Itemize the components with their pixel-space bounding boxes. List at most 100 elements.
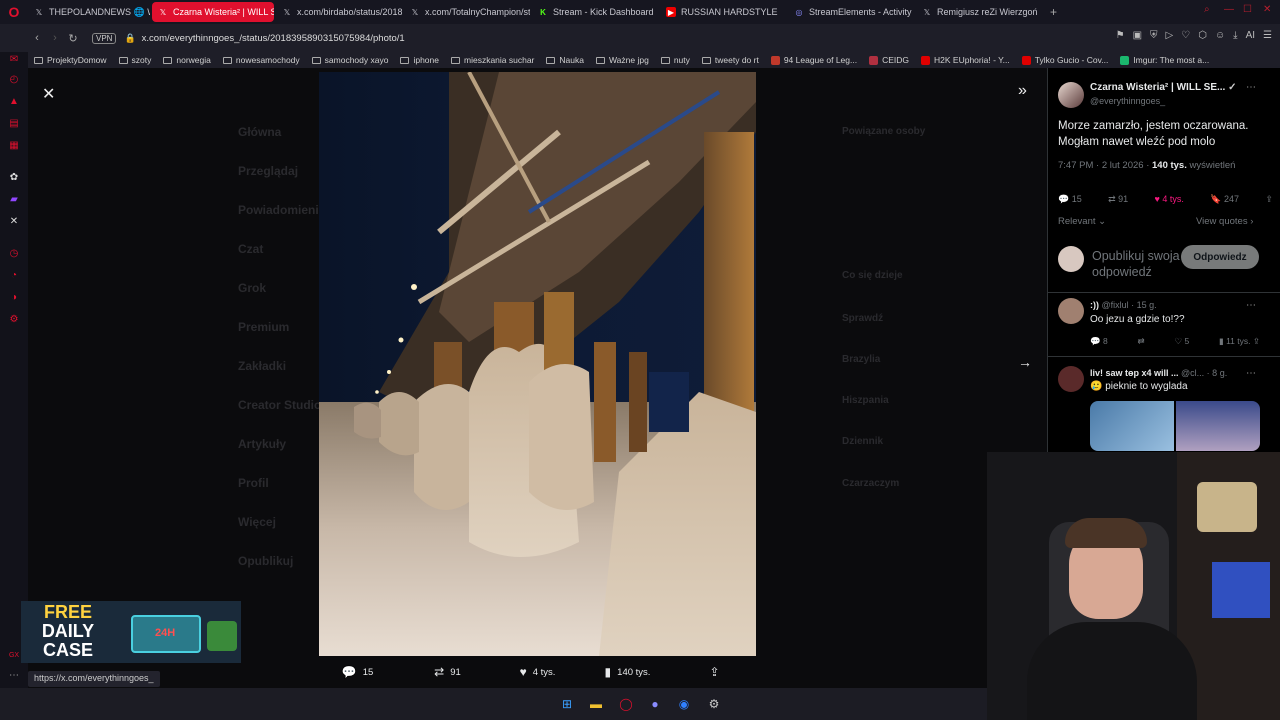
play-icon[interactable]: ▷ <box>1166 30 1174 41</box>
maximize-icon[interactable]: ☐ <box>1243 4 1252 15</box>
bookmark-item[interactable]: nowesamochody <box>222 55 300 65</box>
wallet-icon[interactable]: ◑ <box>8 292 20 304</box>
twitch-icon[interactable]: ▰ <box>8 194 20 206</box>
view-quotes-link[interactable]: View quotes › <box>1196 216 1253 227</box>
chatgpt-icon[interactable]: ✿ <box>8 172 20 184</box>
author-handle[interactable]: @everythinngoes_ <box>1090 96 1165 106</box>
bookmark-item[interactable]: nuty <box>660 55 690 65</box>
aria-icon[interactable]: ✉ <box>8 54 20 66</box>
extensions-icon[interactable]: ⬡ <box>1198 30 1207 41</box>
comment-image[interactable] <box>1176 401 1260 451</box>
bookmark-icon[interactable]: ⚑ <box>1116 30 1125 41</box>
search-icon[interactable]: ⌕ <box>1204 4 1210 15</box>
download-icon[interactable]: ⤓ <box>1233 30 1237 41</box>
comment-image[interactable] <box>1090 401 1174 451</box>
discord-icon[interactable]: ● <box>647 696 663 712</box>
bookmark-item[interactable]: tweety do rt <box>701 55 759 65</box>
bookmark-item[interactable]: CEIDG <box>869 55 909 65</box>
tab-kick-dashboard[interactable]: K Stream - Kick Dashboard <box>532 2 658 22</box>
history-icon[interactable]: ▦ <box>8 140 20 152</box>
expand-sidebar-icon[interactable]: » <box>1018 82 1027 100</box>
bookmark-item[interactable]: Imgur: The most a... <box>1120 55 1209 65</box>
frozen-pier-photo[interactable] <box>319 72 756 656</box>
bookmark-item[interactable]: samochody xayo <box>311 55 388 65</box>
comment-like[interactable]: ♡ 5 <box>1174 336 1189 347</box>
url-field[interactable]: x.com/everythinngoes_/status/20183958903… <box>142 33 405 44</box>
tab-thepolandnews[interactable]: 𝕏THEPOLANDNEWS 🌐 W SIE <box>28 2 150 22</box>
repost-button[interactable]: ⇄ 91 <box>403 665 493 679</box>
tab-birdabo[interactable]: 𝕏x.com/birdabo/status/2018 <box>276 2 402 22</box>
reply-submit-button[interactable]: Odpowiedz <box>1181 245 1259 269</box>
gx-icon[interactable]: GX <box>8 650 20 662</box>
steam-icon[interactable]: ⚙ <box>706 696 722 712</box>
forward-icon[interactable]: › <box>46 32 64 44</box>
bookmark-item[interactable]: Nauka <box>546 55 584 65</box>
speed-dial-icon[interactable]: ◴ <box>8 74 20 86</box>
reply-input[interactable]: Opublikuj swoja odpowiedź <box>1092 248 1182 280</box>
repost-stat[interactable]: ⇄ 91 <box>1108 194 1128 205</box>
bookmark-item[interactable]: H2K EUphoria! - Y... <box>921 55 1010 65</box>
bookmark-item[interactable]: Tylko Gucio - Cov... <box>1021 55 1108 65</box>
tab-streamelements[interactable]: ◎ StreamElements - Activity <box>788 2 914 22</box>
bookmark-item[interactable]: ProjektyDomow <box>34 55 107 65</box>
opera-gx-icon[interactable]: ◯ <box>618 696 634 712</box>
comment-header[interactable]: :)) @fixlul · 15 g. <box>1090 300 1157 310</box>
comment-avatar[interactable] <box>1058 366 1084 392</box>
messenger-icon[interactable]: ▤ <box>8 118 20 130</box>
close-window-icon[interactable]: ✕ <box>1263 4 1271 15</box>
share-icon[interactable]: ⇪ <box>1265 194 1273 205</box>
comment-repost[interactable]: ⇄ <box>1138 336 1145 347</box>
menu-icon[interactable]: ☰ <box>1263 30 1272 41</box>
screenshot-icon[interactable]: ▣ <box>1133 30 1142 41</box>
windows-start-icon[interactable]: ⊞ <box>559 696 575 712</box>
bookmark-stat[interactable]: 🔖 247 <box>1210 194 1239 205</box>
tab-remigiusz[interactable]: 𝕏 Remigiusz reZi Wierzgoń <box>916 2 1042 22</box>
timer-icon[interactable]: ◔ <box>8 270 20 282</box>
tab-czarna-wisteria[interactable]: 𝕏 Czarna Wisteria² | WILL SE <box>152 2 274 22</box>
bookmark-item[interactable]: mieszkania suchar <box>451 55 534 65</box>
comment-more-icon[interactable]: ⋯ <box>1246 300 1256 311</box>
settings-icon[interactable]: ⚙ <box>8 314 20 326</box>
opera-logo-icon[interactable]: O <box>0 0 28 24</box>
new-tab-button[interactable]: + <box>1044 5 1063 19</box>
reply-button[interactable]: 💬 15 <box>313 665 403 679</box>
reply-stat[interactable]: 💬 15 <box>1058 194 1082 205</box>
comment-images[interactable] <box>1090 401 1260 451</box>
x-icon[interactable]: ✕ <box>8 216 20 228</box>
share-button[interactable]: ⇪ <box>673 665 763 679</box>
comment-more-icon[interactable]: ⋯ <box>1246 368 1256 379</box>
like-stat[interactable]: ♥ 4 tys. <box>1155 194 1184 205</box>
tab-russian-hardstyle[interactable]: ▶ RUSSIAN HARDSTYLE <box>660 2 786 22</box>
next-photo-icon[interactable]: → <box>1018 354 1032 370</box>
comment-header[interactable]: liv! saw tөp x4 will ... @cl... · 8 g. <box>1090 368 1227 378</box>
comment-views[interactable]: ▮ 11 tys. ⇪ <box>1219 336 1260 347</box>
ai-icon[interactable]: AI <box>1246 30 1255 41</box>
clock-icon[interactable]: ◷ <box>8 248 20 260</box>
bookmark-item[interactable]: Ważne jpg <box>595 55 649 65</box>
heart-icon[interactable]: ♡ <box>1181 30 1190 41</box>
player-icon[interactable]: ▲ <box>8 96 20 108</box>
file-explorer-icon[interactable]: ▬ <box>588 696 604 712</box>
profile-icon[interactable]: ☺ <box>1215 30 1225 41</box>
comment-avatar[interactable] <box>1058 298 1084 324</box>
messenger-icon[interactable]: ◉ <box>676 696 692 712</box>
shield-icon[interactable]: ⛨ <box>1150 30 1158 41</box>
author-name[interactable]: Czarna Wisteria² | WILL SE... ✓ <box>1090 82 1237 93</box>
more-icon[interactable]: ⋯ <box>8 670 20 682</box>
views-button[interactable]: ▮ 140 tys. <box>583 665 673 679</box>
like-button[interactable]: ♥ 4 tys. <box>493 665 583 679</box>
minimize-icon[interactable]: — <box>1224 4 1234 15</box>
sort-relevant[interactable]: Relevant ⌄ <box>1058 216 1106 227</box>
tab-totalnychampion[interactable]: 𝕏x.com/TotalnyChampion/st <box>404 2 530 22</box>
close-icon[interactable]: ✕ <box>42 84 55 104</box>
bookmark-item[interactable]: norwegia <box>163 55 211 65</box>
vpn-badge[interactable]: VPN <box>92 32 117 44</box>
bookmark-item[interactable]: iphone <box>400 55 439 65</box>
bookmark-item[interactable]: 94 League of Leg... <box>770 55 857 65</box>
bookmark-item[interactable]: szoty <box>118 55 151 65</box>
author-avatar[interactable] <box>1058 82 1084 108</box>
reload-icon[interactable]: ↻ <box>64 32 82 45</box>
back-icon[interactable]: ‹ <box>28 32 46 44</box>
free-daily-case-promo[interactable]: FREE DAILY CASE 24H <box>21 601 241 663</box>
more-options-icon[interactable]: ⋯ <box>1246 82 1256 93</box>
